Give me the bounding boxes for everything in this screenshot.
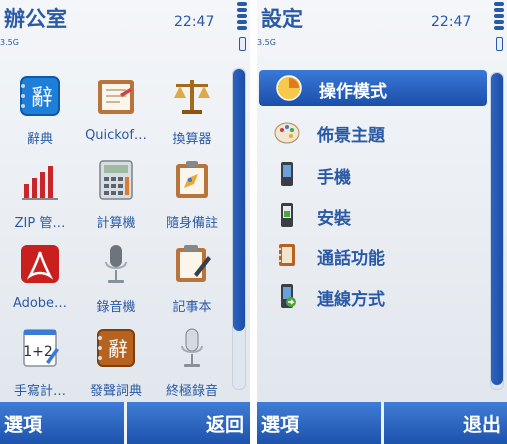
signal-strength-icon xyxy=(237,2,247,32)
app-label: ZIP 管… xyxy=(14,216,66,231)
converter-scale-icon xyxy=(174,80,210,114)
softkey-bar: 選項 退出 xyxy=(257,402,507,444)
app-label: 隨身備註 xyxy=(165,216,218,231)
installations-icon xyxy=(281,203,293,227)
svg-text:辭: 辭 xyxy=(108,337,128,361)
settings-screen: 設定 22:47 3.5G 操作模式 佈景主題 手機 安裝 通話功能 連線方式 … xyxy=(257,0,507,444)
settings-item-label: 操作模式 xyxy=(319,82,387,102)
svg-text:辭: 辭 xyxy=(31,86,53,111)
settings-item-profiles[interactable]: 操作模式 xyxy=(259,70,487,106)
app-notepad[interactable]: 記事本 xyxy=(154,238,230,322)
talking-dictionary-icon: 辭 xyxy=(97,329,135,367)
settings-item-label: 安裝 xyxy=(317,209,351,229)
settings-item-installations[interactable]: 安裝 xyxy=(257,197,489,233)
status-bar: 辦公室 22:47 3.5G xyxy=(0,0,250,51)
scrollbar[interactable] xyxy=(490,72,504,390)
page-title: 設定 xyxy=(261,7,303,31)
page-title: 辦公室 xyxy=(4,7,67,31)
app-label: Adobe… xyxy=(12,296,68,311)
app-label: 錄音機 xyxy=(96,300,136,315)
quickoffice-icon xyxy=(98,80,134,114)
app-label: 終極錄音 xyxy=(165,384,218,399)
app-adobe-reader[interactable]: Adobe… xyxy=(2,238,78,322)
battery-icon xyxy=(496,37,503,51)
signal-strength-icon xyxy=(494,2,504,32)
app-notes[interactable]: 隨身備註 xyxy=(154,154,230,238)
app-calculator[interactable]: 計算機 xyxy=(78,154,154,238)
themes-palette-icon xyxy=(274,122,300,144)
settings-item-label: 通話功能 xyxy=(317,249,385,269)
back-softkey[interactable]: 返回 xyxy=(206,410,244,437)
zip-manager-icon xyxy=(22,166,58,200)
app-handwriting-calculator[interactable]: 1+2 手寫計… xyxy=(2,322,78,406)
settings-item-phone[interactable]: 手機 xyxy=(257,156,489,192)
handwriting-calculator-icon: 1+2 xyxy=(23,329,59,367)
network-indicator: 3.5G xyxy=(0,38,19,47)
settings-item-call-settings[interactable]: 通話功能 xyxy=(257,237,489,273)
scrollbar-thumb[interactable] xyxy=(233,69,245,331)
connectivity-icon xyxy=(281,284,296,308)
options-softkey[interactable]: 選項 xyxy=(4,410,42,437)
settings-item-label: 佈景主題 xyxy=(317,126,385,146)
svg-text:1+2: 1+2 xyxy=(23,344,53,360)
scrollbar[interactable] xyxy=(232,68,246,390)
app-label: 記事本 xyxy=(172,300,212,315)
softkey-divider xyxy=(381,402,384,444)
app-dictionary[interactable]: 辭 辭典 xyxy=(2,70,78,154)
settings-item-connectivity[interactable]: 連線方式 xyxy=(257,278,489,314)
notepad-icon xyxy=(176,245,211,282)
softkey-divider xyxy=(124,402,127,444)
settings-item-themes[interactable]: 佈景主題 xyxy=(257,114,489,150)
battery-icon xyxy=(239,37,246,51)
recorder-microphone-icon xyxy=(105,245,127,283)
app-label: 辭典 xyxy=(26,132,53,147)
status-bar: 設定 22:47 3.5G xyxy=(257,0,507,51)
app-label: 發聲詞典 xyxy=(89,384,142,399)
app-quickoffice[interactable]: Quickof… xyxy=(78,70,154,154)
notes-icon xyxy=(176,161,208,198)
settings-item-label: 連線方式 xyxy=(317,290,385,310)
app-label: 換算器 xyxy=(172,132,212,147)
calculator-icon xyxy=(99,160,133,200)
clock: 22:47 xyxy=(174,14,215,30)
exit-softkey[interactable]: 退出 xyxy=(463,410,501,437)
options-softkey[interactable]: 選項 xyxy=(261,410,299,437)
network-indicator: 3.5G xyxy=(257,38,276,47)
app-label: 手寫計… xyxy=(13,384,66,399)
ultimate-recorder-icon xyxy=(181,328,203,367)
scrollbar-thumb[interactable] xyxy=(491,73,503,385)
app-label: Quickof… xyxy=(85,128,147,143)
call-settings-icon xyxy=(278,244,295,266)
clock: 22:47 xyxy=(431,14,472,30)
app-zip-manager[interactable]: ZIP 管… xyxy=(2,154,78,238)
phone-icon xyxy=(281,162,293,186)
app-recorder[interactable]: 錄音機 xyxy=(78,238,154,322)
dictionary-icon: 辭 xyxy=(20,76,60,116)
app-talking-dictionary[interactable]: 辭 發聲詞典 xyxy=(78,322,154,406)
app-converter[interactable]: 換算器 xyxy=(154,70,230,154)
app-ultimate-recorder[interactable]: 終極錄音 xyxy=(154,322,230,406)
adobe-reader-icon xyxy=(21,245,59,283)
softkey-bar: 選項 返回 xyxy=(0,402,250,444)
office-folder-screen: 辦公室 22:47 3.5G 辭 辭典 Quickof… 換算器 ZIP 管… … xyxy=(0,0,250,444)
app-label: 計算機 xyxy=(96,216,136,231)
profiles-icon xyxy=(276,75,302,101)
settings-item-label: 手機 xyxy=(317,168,351,188)
